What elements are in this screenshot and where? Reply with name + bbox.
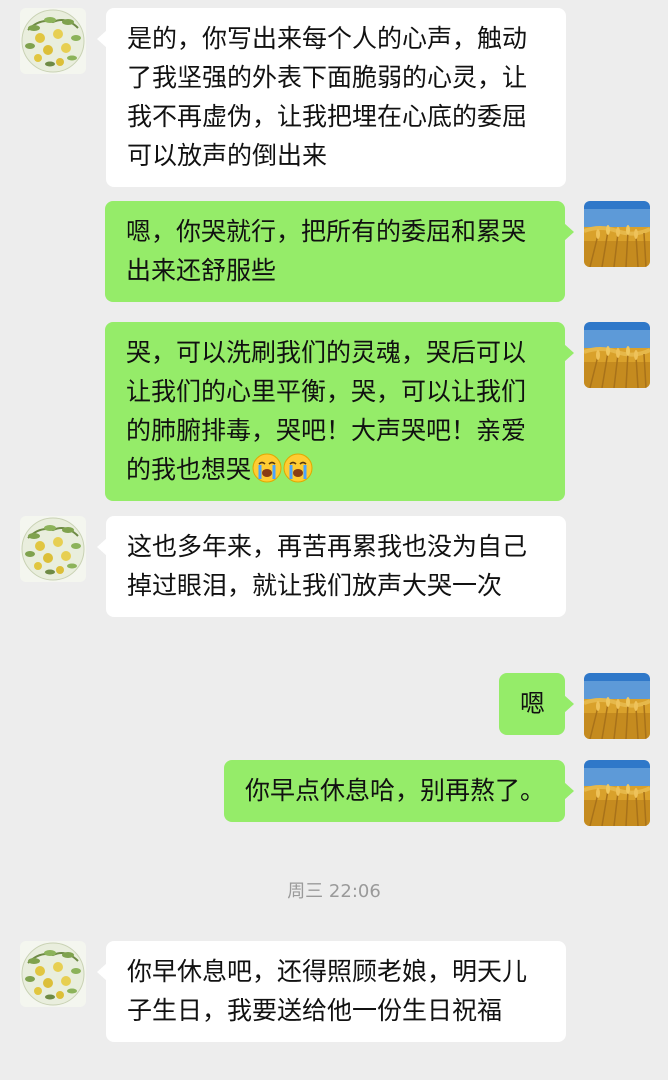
- message-text: 嗯: [519, 689, 545, 718]
- message-text: 你早点休息哈，别再熬了。: [244, 776, 545, 805]
- message-bubble-incoming[interactable]: 是的，你写出来每个人的心声，触动了我坚强的外表下面脆弱的心灵，让我不再虚伪，让我…: [97, 8, 566, 187]
- self-avatar[interactable]: [584, 322, 650, 388]
- wheat-field-avatar-icon: [584, 673, 650, 739]
- wheat-field-avatar-icon: [584, 201, 650, 267]
- pear-tree-avatar-icon: [20, 941, 86, 1007]
- self-avatar[interactable]: [584, 760, 650, 826]
- message-text: 你早休息吧，还得照顾老娘，明天儿子生日，我要送给他一份生日祝福: [127, 957, 528, 1025]
- pear-tree-avatar-icon: [20, 516, 86, 582]
- pear-tree-avatar-icon: [20, 8, 86, 74]
- message-text: 是的，你写出来每个人的心声，触动了我坚强的外表下面脆弱的心灵，让我不再虚伪，让我…: [127, 24, 528, 170]
- self-avatar[interactable]: [584, 673, 650, 739]
- contact-avatar[interactable]: [20, 516, 86, 582]
- contact-avatar[interactable]: [20, 8, 86, 74]
- message-timestamp: 周三 22:06: [287, 881, 381, 902]
- message-bubble-outgoing[interactable]: 嗯: [498, 673, 575, 735]
- message-text: 嗯，你哭就行，把所有的委屈和累哭出来还舒服些: [126, 217, 527, 285]
- loudly-crying-face-icon: [252, 453, 282, 483]
- message-bubble-outgoing[interactable]: 哭，可以洗刷我们的灵魂，哭后可以让我们的心里平衡，哭，可以让我们的肺腑排毒，哭吧…: [105, 322, 574, 501]
- message-bubble-incoming[interactable]: 这也多年来，再苦再累我也没为自己掉过眼泪，就让我们放声大哭一次: [97, 516, 566, 617]
- message-bubble-outgoing[interactable]: 你早点休息哈，别再熬了。: [223, 760, 575, 822]
- message-text: 这也多年来，再苦再累我也没为自己掉过眼泪，就让我们放声大哭一次: [127, 532, 528, 600]
- message-bubble-incoming[interactable]: 你早休息吧，还得照顾老娘，明天儿子生日，我要送给他一份生日祝福: [97, 941, 566, 1042]
- contact-avatar[interactable]: [20, 941, 86, 1007]
- message-text: 哭，可以洗刷我们的灵魂，哭后可以让我们的心里平衡，哭，可以让我们的肺腑排毒，哭吧…: [126, 338, 527, 484]
- wheat-field-avatar-icon: [584, 760, 650, 826]
- wheat-field-avatar-icon: [584, 322, 650, 388]
- loudly-crying-face-icon: [283, 453, 313, 483]
- self-avatar[interactable]: [584, 201, 650, 267]
- message-bubble-outgoing[interactable]: 嗯，你哭就行，把所有的委屈和累哭出来还舒服些: [105, 201, 574, 302]
